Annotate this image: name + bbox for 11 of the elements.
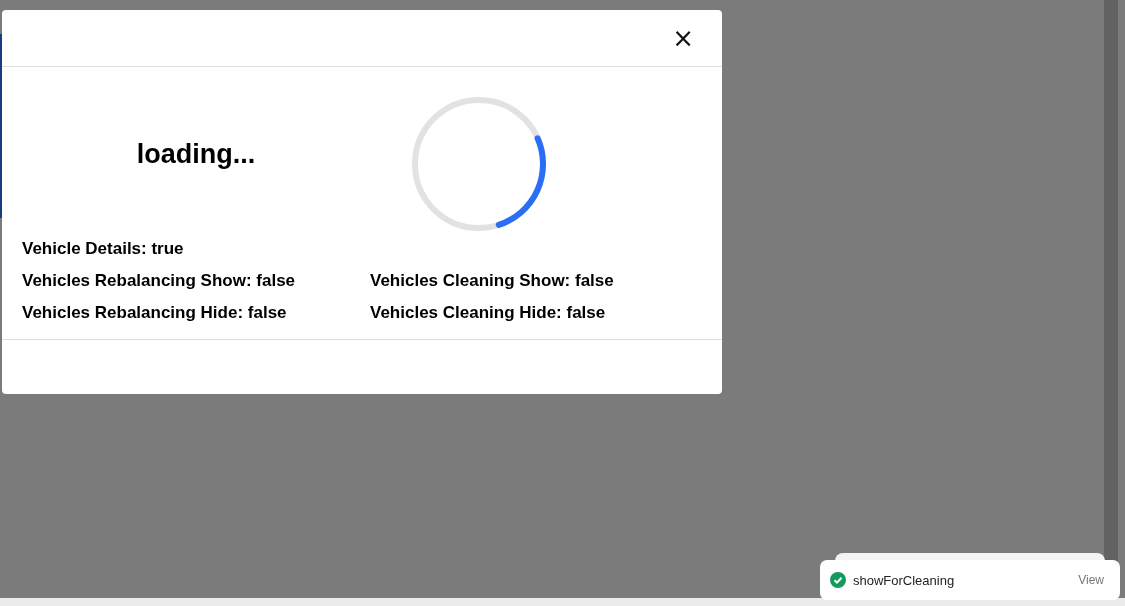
status-text: Vehicles Cleaning Show: false (370, 271, 615, 292)
status-text: Vehicles Rebalancing Hide: false (22, 303, 288, 324)
check-circle-icon (830, 572, 846, 588)
spinner-icon (410, 95, 548, 233)
view-link[interactable]: View (1078, 573, 1104, 587)
close-button[interactable]: × (668, 23, 698, 53)
toast-message: showForCleaning (853, 572, 956, 588)
loading-text: loading... (136, 138, 256, 170)
status-text: Vehicle Details: true (22, 239, 185, 260)
status-text: Vehicles Rebalancing Show: false (22, 271, 297, 292)
status-text: Vehicles Cleaning Hide: false (370, 303, 607, 324)
